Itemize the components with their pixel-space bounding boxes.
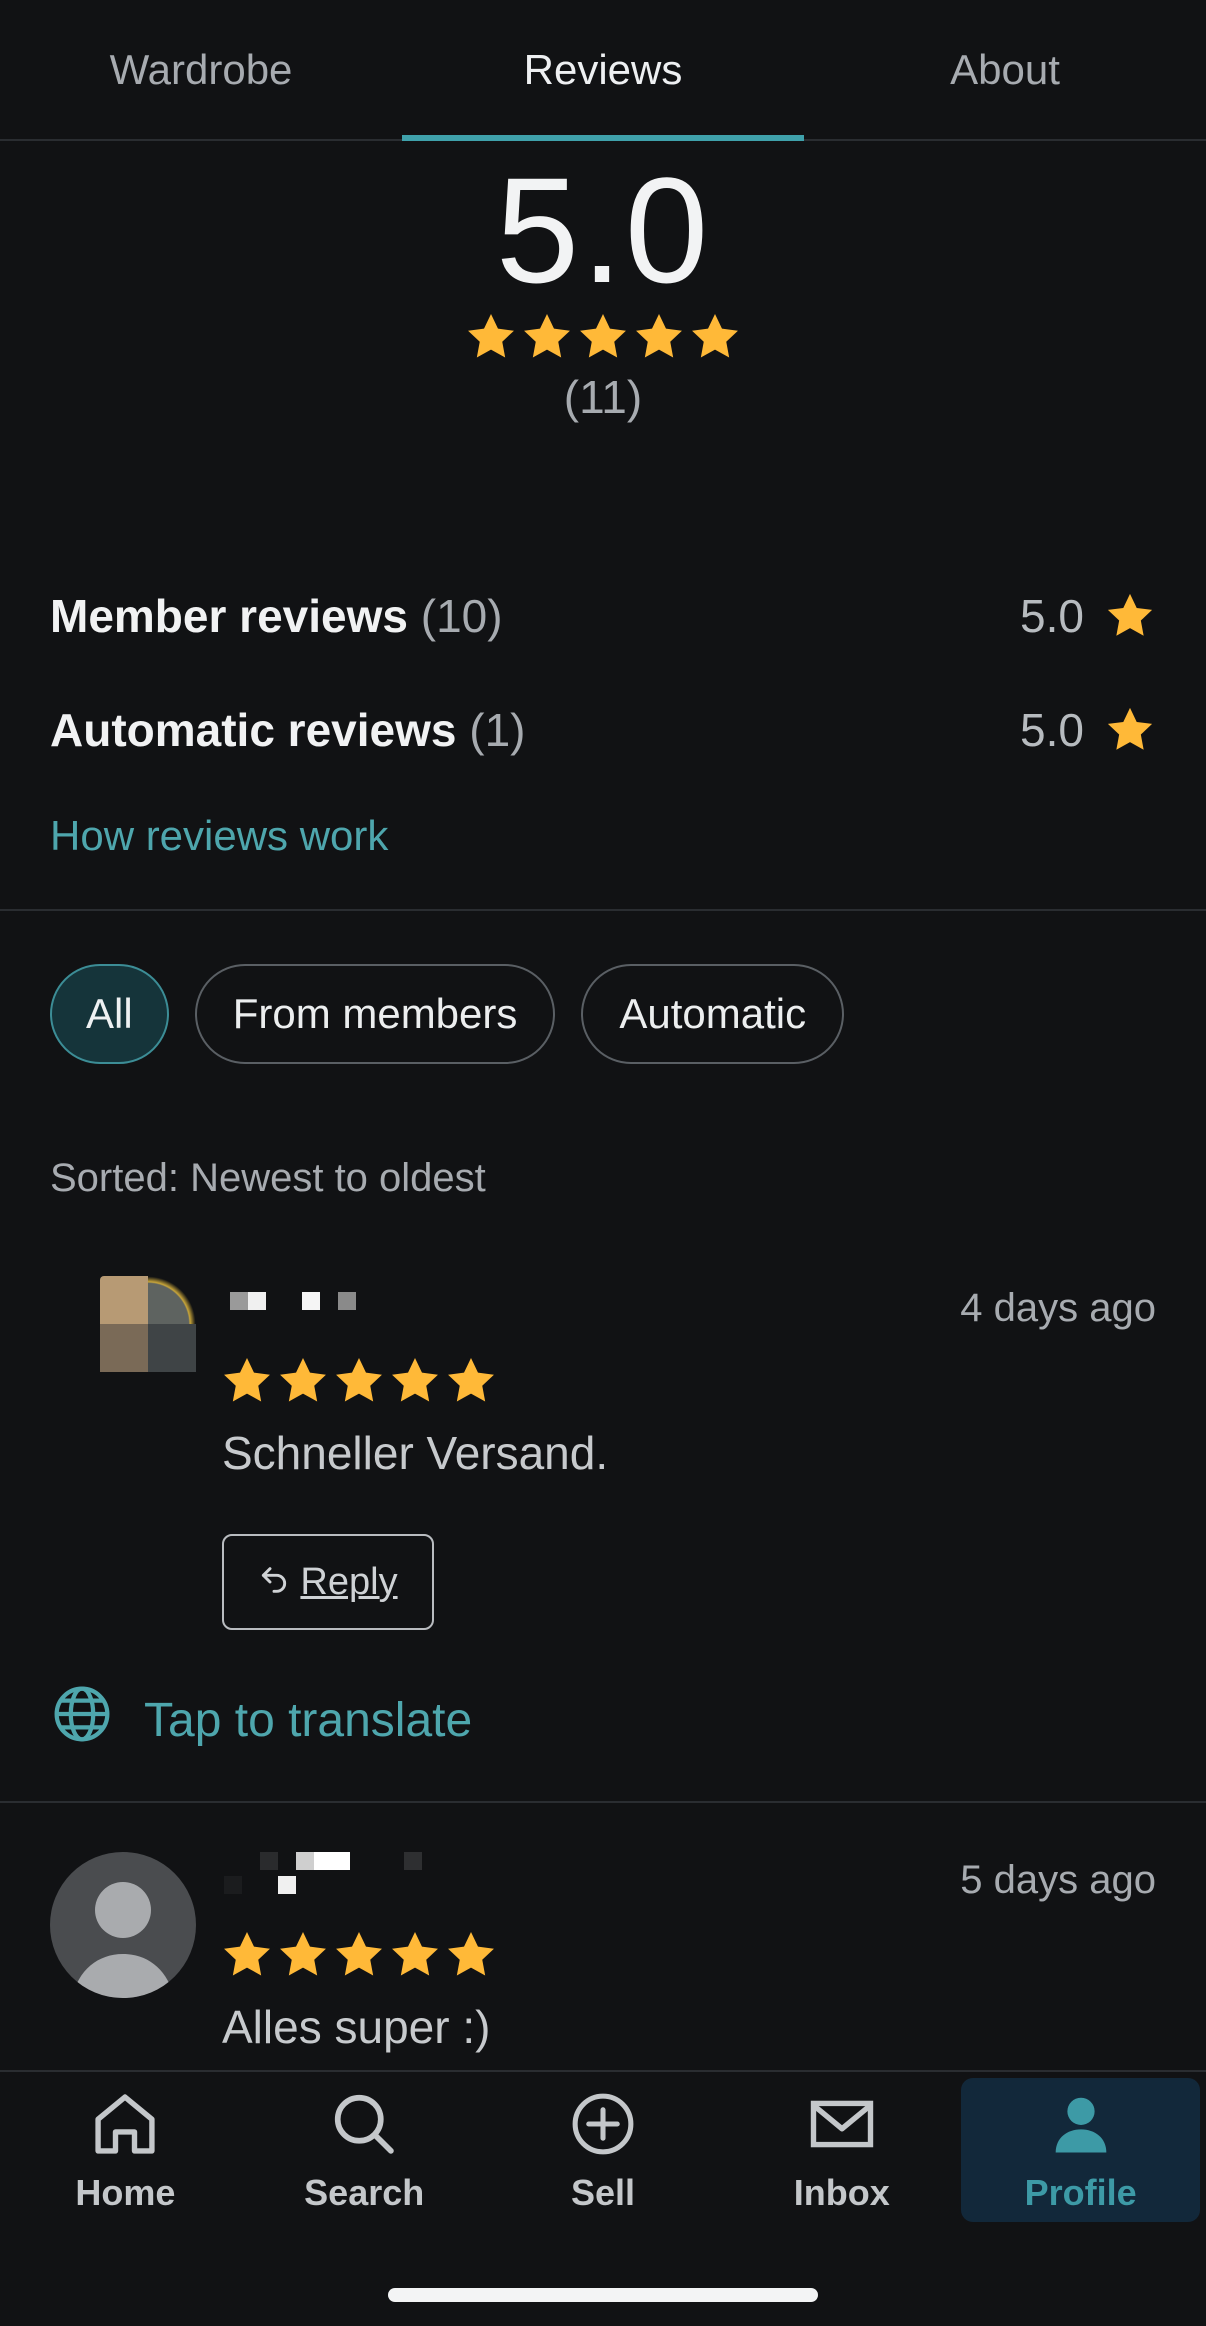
search-icon [326,2086,402,2162]
nav-profile[interactable]: Profile [961,2078,1200,2222]
star-icon [520,310,574,364]
review-stars [220,1928,498,1982]
review-text: Schneller Versand. [222,1427,609,1479]
star-icon [388,1354,442,1408]
star-icon [688,310,742,364]
filter-all-chip[interactable]: All [50,964,169,1064]
tab-about[interactable]: About [804,0,1206,139]
mail-icon [804,2086,880,2162]
divider [0,909,1206,911]
avatar[interactable] [100,1276,196,1372]
sort-label[interactable]: Sorted: Newest to oldest [50,1156,486,1201]
nav-sell[interactable]: Sell [484,2078,723,2222]
nav-home[interactable]: Home [6,2078,245,2222]
star-icon [388,1928,442,1982]
filter-automatic-chip[interactable]: Automatic [581,964,845,1064]
automatic-reviews-score: 5.0 [1020,703,1156,757]
member-reviews-label: Member reviews (10) [50,590,503,642]
default-avatar[interactable] [50,1852,196,1998]
nav-inbox-label: Inbox [793,2172,890,2213]
star-icon [276,1928,330,1982]
review-date: 5 days ago [960,1858,1156,1902]
review-stars [220,1354,498,1408]
nav-inbox[interactable]: Inbox [722,2078,961,2222]
translate-label: Tap to translate [144,1693,473,1747]
star-icon [276,1354,330,1408]
review-filters: All From members Automatic [50,964,845,1064]
globe-icon [50,1682,114,1758]
how-reviews-work-link[interactable]: How reviews work [50,812,388,860]
review-text: Alles super :) [222,2001,491,2053]
automatic-reviews-row: Automatic reviews (1) 5.0 [50,700,1156,760]
review-item: 5 days ago Alles super :) [0,1852,1206,2072]
member-reviews-score: 5.0 [1020,589,1156,643]
overall-rating: 5.0 [495,146,711,314]
reply-arrow-icon [258,1561,290,1604]
review-count: (11) [563,371,643,423]
nav-search[interactable]: Search [245,2078,484,2222]
star-icon [444,1928,498,1982]
translate-button[interactable]: Tap to translate [50,1682,472,1758]
review-item: 4 days ago Schneller Versand. Reply Tap … [0,1276,1206,1776]
nav-sell-label: Sell [570,2172,636,2213]
plus-circle-icon [565,2086,641,2162]
profile-icon [1043,2086,1119,2162]
star-icon [332,1928,386,1982]
star-icon [444,1354,498,1408]
reply-label: Reply [300,1560,398,1603]
star-icon [576,310,630,364]
tab-reviews[interactable]: Reviews [402,0,804,141]
nav-home-label: Home [75,2172,176,2213]
nav-profile-label: Profile [1024,2172,1137,2213]
review-date: 4 days ago [960,1286,1156,1330]
automatic-reviews-label: Automatic reviews (1) [50,704,526,756]
rating-summary: 5.0 (11) [0,150,1206,424]
star-icon [1104,704,1156,756]
username-redacted[interactable] [230,1292,356,1328]
star-icon [464,310,518,364]
username-redacted[interactable] [224,1852,422,1894]
home-icon [87,2086,163,2162]
automatic-reviews-count: (1) [469,704,526,756]
star-icon [332,1354,386,1408]
star-icon [632,310,686,364]
member-reviews-count: (10) [420,590,503,642]
member-reviews-row: Member reviews (10) 5.0 [50,586,1156,646]
home-indicator[interactable] [388,2288,818,2302]
filter-from-members-chip[interactable]: From members [194,964,556,1064]
star-icon [220,1354,274,1408]
reply-button[interactable]: Reply [222,1534,434,1630]
nav-search-label: Search [304,2172,425,2213]
profile-tabs: Wardrobe Reviews About [0,0,1206,141]
star-icon [1104,590,1156,642]
divider [0,1801,1206,1803]
overall-stars [0,310,1206,364]
star-icon [220,1928,274,1982]
tab-wardrobe[interactable]: Wardrobe [0,0,402,139]
